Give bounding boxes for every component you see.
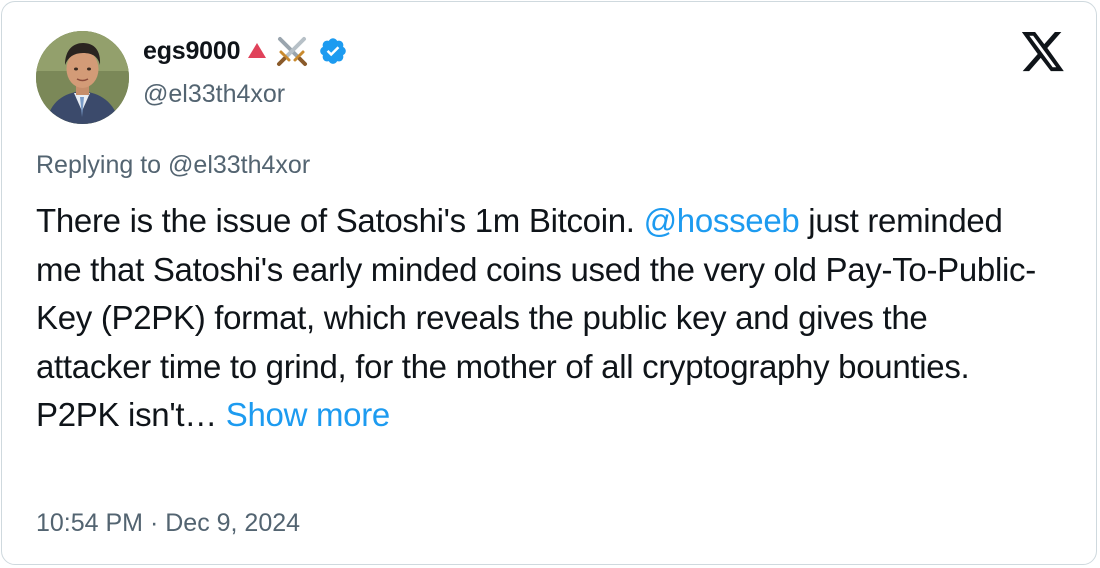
tweet-text: There is the issue of Satoshi's 1m Bitco…	[36, 197, 1046, 440]
avatar[interactable]	[36, 31, 129, 124]
timestamp-separator: ·	[143, 509, 166, 537]
replying-to-handle[interactable]: @el33th4xor	[168, 151, 310, 179]
author-display-name[interactable]: egs9000	[143, 37, 240, 66]
author-handle[interactable]: @el33th4xor	[143, 80, 285, 109]
show-more-link[interactable]: Show more	[226, 396, 391, 433]
mention-link[interactable]: @hosseeb	[644, 202, 800, 239]
tweet-card[interactable]: egs9000 @el33th4xor Replying to @el33th4…	[1, 1, 1097, 565]
tweet-time: 10:54 PM	[36, 509, 144, 537]
tweet-text-part1: There is the issue of Satoshi's 1m Bitco…	[36, 202, 644, 239]
author-name-row: egs9000	[143, 31, 348, 71]
replying-to: Replying to @el33th4xor	[36, 151, 310, 180]
red-triangle-icon	[246, 40, 268, 62]
replying-to-prefix: Replying to	[36, 151, 169, 179]
tweet-date: Dec 9, 2024	[165, 509, 301, 537]
avatar-image	[36, 31, 129, 124]
tweet-timestamp[interactable]: 10:54 PM · Dec 9, 2024	[36, 509, 300, 538]
verified-badge-icon	[318, 36, 348, 66]
x-logo-icon[interactable]	[1020, 32, 1066, 74]
crossed-swords-icon	[274, 33, 310, 69]
